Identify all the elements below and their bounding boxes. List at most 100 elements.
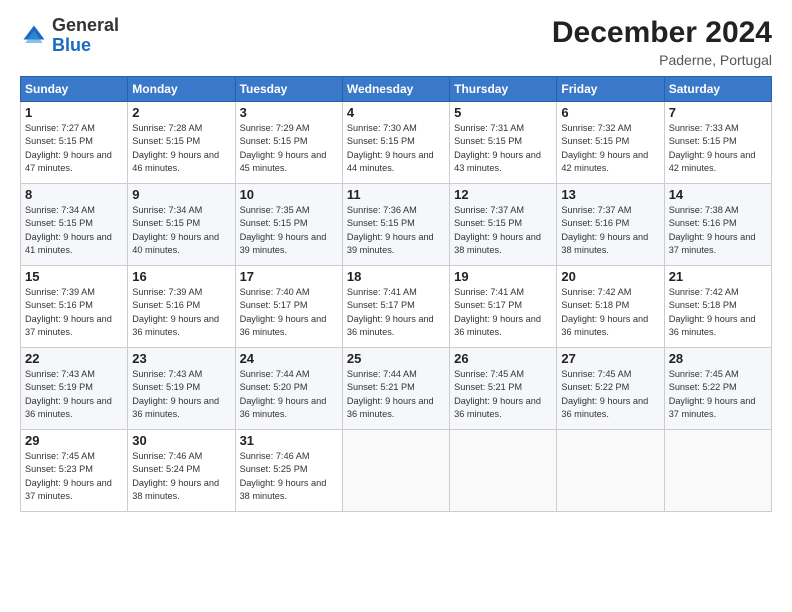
day-info: Sunrise: 7:41 AMSunset: 5:17 PMDaylight:… (347, 286, 445, 339)
day-info: Sunrise: 7:27 AMSunset: 5:15 PMDaylight:… (25, 122, 123, 175)
day-info: Sunrise: 7:37 AMSunset: 5:15 PMDaylight:… (454, 204, 552, 257)
day-info: Sunrise: 7:30 AMSunset: 5:15 PMDaylight:… (347, 122, 445, 175)
day-number: 4 (347, 105, 445, 120)
day-number: 1 (25, 105, 123, 120)
calendar-header-wednesday: Wednesday (342, 77, 449, 102)
day-number: 3 (240, 105, 338, 120)
calendar-week-row: 1 Sunrise: 7:27 AMSunset: 5:15 PMDaylight… (21, 102, 772, 184)
calendar-header-monday: Monday (128, 77, 235, 102)
day-info: Sunrise: 7:43 AMSunset: 5:19 PMDaylight:… (25, 368, 123, 421)
day-number: 21 (669, 269, 767, 284)
calendar-cell: 8Sunrise: 7:34 AMSunset: 5:15 PMDaylight… (21, 184, 128, 266)
calendar-cell: 14 Sunrise: 7:38 AMSunset: 5:16 PMDayligh… (664, 184, 771, 266)
day-number: 20 (561, 269, 659, 284)
day-number: 25 (347, 351, 445, 366)
day-info: Sunrise: 7:45 AMSunset: 5:23 PMDaylight:… (25, 450, 123, 503)
calendar-cell: 9 Sunrise: 7:34 AMSunset: 5:15 PMDaylight… (128, 184, 235, 266)
calendar-cell (342, 430, 449, 512)
day-number: 14 (669, 187, 767, 202)
day-info: Sunrise: 7:35 AMSunset: 5:15 PMDaylight:… (240, 204, 338, 257)
day-number: 2 (132, 105, 230, 120)
day-number: 6 (561, 105, 659, 120)
calendar-cell: 1 Sunrise: 7:27 AMSunset: 5:15 PMDaylight… (21, 102, 128, 184)
logo-text-general: General (52, 15, 119, 35)
day-info: Sunrise: 7:37 AMSunset: 5:16 PMDaylight:… (561, 204, 659, 257)
logo-text-blue: Blue (52, 35, 91, 55)
day-info: Sunrise: 7:44 AMSunset: 5:20 PMDaylight:… (240, 368, 338, 421)
calendar-cell: 24Sunrise: 7:44 AMSunset: 5:20 PMDayligh… (235, 348, 342, 430)
calendar-cell: 20 Sunrise: 7:42 AMSunset: 5:18 PMDayligh… (557, 266, 664, 348)
calendar-cell: 23 Sunrise: 7:43 AMSunset: 5:19 PMDayligh… (128, 348, 235, 430)
day-info: Sunrise: 7:43 AMSunset: 5:19 PMDaylight:… (132, 368, 230, 421)
calendar-cell: 29 Sunrise: 7:45 AMSunset: 5:23 PMDayligh… (21, 430, 128, 512)
calendar-cell: 30Sunrise: 7:46 AMSunset: 5:24 PMDayligh… (128, 430, 235, 512)
day-number: 13 (561, 187, 659, 202)
day-info: Sunrise: 7:45 AMSunset: 5:22 PMDaylight:… (669, 368, 767, 421)
calendar-cell: 19Sunrise: 7:41 AMSunset: 5:17 PMDayligh… (450, 266, 557, 348)
day-info: Sunrise: 7:34 AMSunset: 5:15 PMDaylight:… (132, 204, 230, 257)
day-info: Sunrise: 7:36 AMSunset: 5:15 PMDaylight:… (347, 204, 445, 257)
title-block: December 2024 Paderne, Portugal (552, 16, 772, 68)
calendar-cell: 16Sunrise: 7:39 AMSunset: 5:16 PMDayligh… (128, 266, 235, 348)
day-number: 12 (454, 187, 552, 202)
day-info: Sunrise: 7:42 AMSunset: 5:18 PMDaylight:… (561, 286, 659, 339)
calendar-cell: 22 Sunrise: 7:43 AMSunset: 5:19 PMDayligh… (21, 348, 128, 430)
calendar-cell: 12 Sunrise: 7:37 AMSunset: 5:15 PMDayligh… (450, 184, 557, 266)
day-number: 17 (240, 269, 338, 284)
day-number: 15 (25, 269, 123, 284)
calendar-cell (557, 430, 664, 512)
day-info: Sunrise: 7:29 AMSunset: 5:15 PMDaylight:… (240, 122, 338, 175)
day-number: 27 (561, 351, 659, 366)
day-info: Sunrise: 7:33 AMSunset: 5:15 PMDaylight:… (669, 122, 767, 175)
day-number: 28 (669, 351, 767, 366)
calendar-cell: 10 Sunrise: 7:35 AMSunset: 5:15 PMDayligh… (235, 184, 342, 266)
logo: General Blue (20, 16, 119, 56)
day-info: Sunrise: 7:42 AMSunset: 5:18 PMDaylight:… (669, 286, 767, 339)
calendar-cell: 4 Sunrise: 7:30 AMSunset: 5:15 PMDaylight… (342, 102, 449, 184)
calendar-cell: 17 Sunrise: 7:40 AMSunset: 5:17 PMDayligh… (235, 266, 342, 348)
calendar-header-sunday: Sunday (21, 77, 128, 102)
calendar-week-row: 15 Sunrise: 7:39 AMSunset: 5:16 PMDayligh… (21, 266, 772, 348)
day-number: 10 (240, 187, 338, 202)
location-subtitle: Paderne, Portugal (552, 52, 772, 68)
calendar-cell: 7Sunrise: 7:33 AMSunset: 5:15 PMDaylight… (664, 102, 771, 184)
day-number: 11 (347, 187, 445, 202)
calendar-cell: 25 Sunrise: 7:44 AMSunset: 5:21 PMDayligh… (342, 348, 449, 430)
calendar-cell: 13 Sunrise: 7:37 AMSunset: 5:16 PMDayligh… (557, 184, 664, 266)
calendar-cell: 27 Sunrise: 7:45 AMSunset: 5:22 PMDayligh… (557, 348, 664, 430)
calendar-cell: 6 Sunrise: 7:32 AMSunset: 5:15 PMDaylight… (557, 102, 664, 184)
calendar-cell: 2Sunrise: 7:28 AMSunset: 5:15 PMDaylight… (128, 102, 235, 184)
calendar-cell: 11 Sunrise: 7:36 AMSunset: 5:15 PMDayligh… (342, 184, 449, 266)
calendar-header-friday: Friday (557, 77, 664, 102)
day-number: 22 (25, 351, 123, 366)
day-number: 23 (132, 351, 230, 366)
day-info: Sunrise: 7:40 AMSunset: 5:17 PMDaylight:… (240, 286, 338, 339)
day-number: 29 (25, 433, 123, 448)
calendar-cell (450, 430, 557, 512)
calendar-cell: 5 Sunrise: 7:31 AMSunset: 5:15 PMDaylight… (450, 102, 557, 184)
day-number: 9 (132, 187, 230, 202)
calendar-cell: 3 Sunrise: 7:29 AMSunset: 5:15 PMDaylight… (235, 102, 342, 184)
calendar-cell: 15 Sunrise: 7:39 AMSunset: 5:16 PMDayligh… (21, 266, 128, 348)
day-info: Sunrise: 7:45 AMSunset: 5:22 PMDaylight:… (561, 368, 659, 421)
day-info: Sunrise: 7:39 AMSunset: 5:16 PMDaylight:… (25, 286, 123, 339)
day-number: 8 (25, 187, 123, 202)
day-number: 18 (347, 269, 445, 284)
calendar-week-row: 29 Sunrise: 7:45 AMSunset: 5:23 PMDayligh… (21, 430, 772, 512)
page-header: General Blue December 2024 Paderne, Port… (20, 16, 772, 68)
day-info: Sunrise: 7:38 AMSunset: 5:16 PMDaylight:… (669, 204, 767, 257)
day-number: 5 (454, 105, 552, 120)
calendar-cell: 31Sunrise: 7:46 AMSunset: 5:25 PMDayligh… (235, 430, 342, 512)
calendar-header-thursday: Thursday (450, 77, 557, 102)
day-number: 26 (454, 351, 552, 366)
day-info: Sunrise: 7:44 AMSunset: 5:21 PMDaylight:… (347, 368, 445, 421)
day-info: Sunrise: 7:32 AMSunset: 5:15 PMDaylight:… (561, 122, 659, 175)
day-number: 19 (454, 269, 552, 284)
day-number: 31 (240, 433, 338, 448)
day-info: Sunrise: 7:31 AMSunset: 5:15 PMDaylight:… (454, 122, 552, 175)
calendar-cell (664, 430, 771, 512)
calendar-week-row: 22 Sunrise: 7:43 AMSunset: 5:19 PMDayligh… (21, 348, 772, 430)
calendar-header-tuesday: Tuesday (235, 77, 342, 102)
calendar-header-row: SundayMondayTuesdayWednesdayThursdayFrid… (21, 77, 772, 102)
month-title: December 2024 (552, 16, 772, 50)
